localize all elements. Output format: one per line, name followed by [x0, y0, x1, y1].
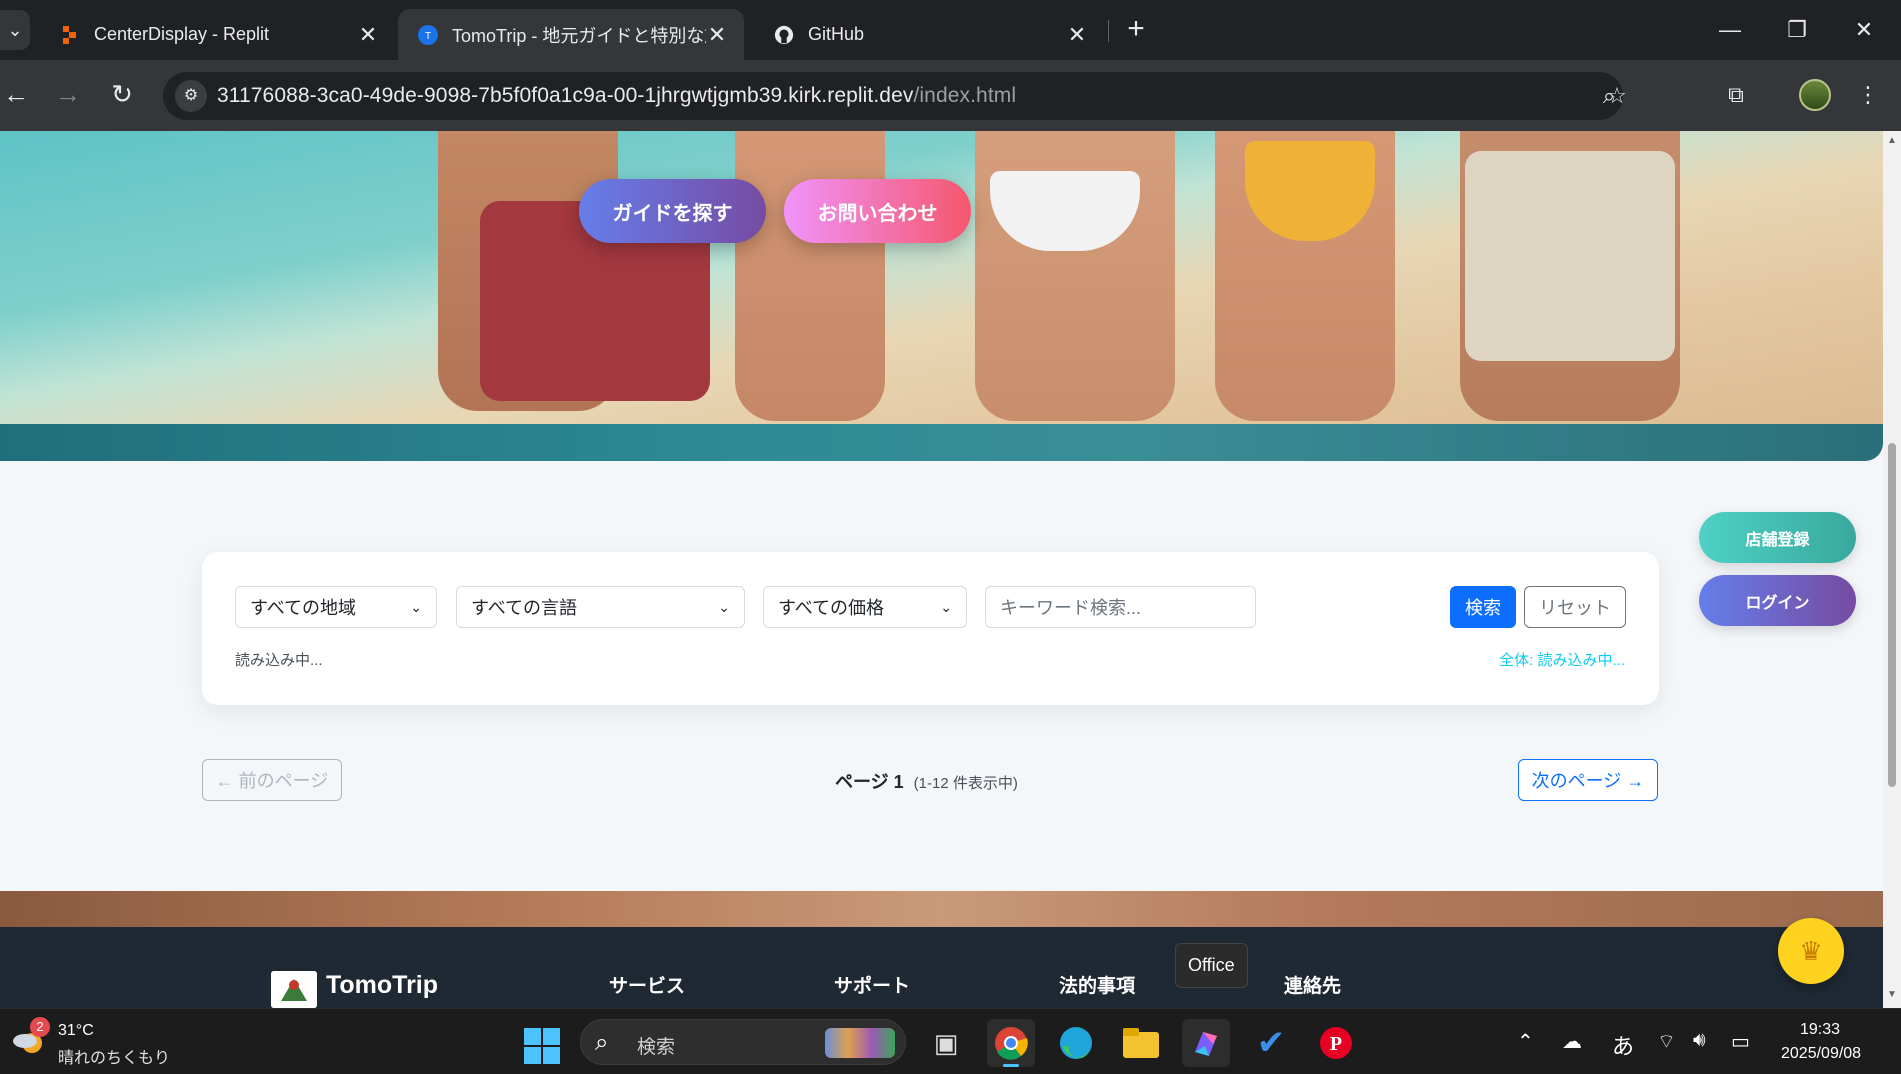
find-guide-button[interactable]: ガイドを探す: [579, 179, 766, 243]
tab-github[interactable]: GitHub ✕: [754, 9, 1104, 60]
microsoft-365-icon[interactable]: [1182, 1019, 1230, 1067]
tab-tomotrip[interactable]: T TomoTrip - 地元ガイドと特別な旅 ✕: [398, 9, 744, 60]
tab-close-icon[interactable]: ✕: [357, 22, 379, 48]
svg-text:P: P: [1330, 1033, 1342, 1055]
hero-banner: ガイドを探す お問い合わせ: [0, 131, 1883, 461]
browser-menu-icon[interactable]: ⋮: [1851, 78, 1885, 112]
svg-text:T: T: [425, 31, 431, 42]
scrollbar-thumb[interactable]: [1888, 443, 1896, 787]
reload-icon[interactable]: ↻: [104, 76, 140, 112]
todo-check-icon[interactable]: ✔: [1247, 1019, 1295, 1067]
onedrive-cloud-icon[interactable]: ☁: [1562, 1029, 1582, 1054]
windows-start-icon[interactable]: [524, 1028, 560, 1064]
region-select[interactable]: すべての地域 ⌄: [235, 586, 437, 628]
windows-taskbar: 2 31°C 晴れのちくもり ⌕ 検索 ▣ ✔ P ⌃ ☁ あ ⌔ 🔊︎ ▭ 1…: [0, 1008, 1901, 1074]
office-tooltip: Office: [1175, 943, 1248, 988]
extensions-puzzle-icon[interactable]: ⧉: [1719, 78, 1753, 112]
trophy-icon: ♛: [1799, 935, 1823, 966]
clock-date[interactable]: 2025/09/08: [1781, 1045, 1861, 1063]
hero-image-figure: [735, 131, 885, 421]
scroll-down-arrow-icon[interactable]: ▼: [1887, 989, 1897, 1000]
tab-close-icon[interactable]: ✕: [706, 22, 728, 48]
chevron-down-icon: ⌄: [940, 598, 952, 615]
task-view-icon[interactable]: ▣: [922, 1019, 970, 1067]
tab-search-menu-button[interactable]: ⌄: [0, 10, 30, 50]
wifi-icon[interactable]: ⌔: [1657, 1029, 1676, 1054]
battery-icon[interactable]: ▭: [1731, 1029, 1750, 1054]
loading-status: 読み込み中...: [235, 652, 323, 669]
clock-time[interactable]: 19:33: [1800, 1021, 1840, 1039]
profile-avatar[interactable]: [1799, 79, 1831, 111]
page-viewport: ガイドを探す お問い合わせ すべての地域 ⌄ すべての言語 ⌄ すべての価格 ⌄ キー…: [0, 131, 1883, 1008]
github-icon: [774, 25, 794, 45]
tab-title: GitHub: [808, 24, 865, 44]
tab-close-icon[interactable]: ✕: [1066, 22, 1088, 48]
close-window-button[interactable]: ✕: [1842, 10, 1886, 50]
replit-icon: [60, 25, 80, 45]
tab-separator: [1108, 20, 1109, 42]
site-settings-icon[interactable]: ⚙: [175, 80, 207, 112]
footer-heading-services: サービス: [609, 976, 686, 997]
footer-heading-legal: 法的事項: [1059, 976, 1136, 997]
weather-temperature: 31°C: [58, 1022, 94, 1039]
back-arrow-icon[interactable]: ←: [0, 76, 34, 112]
weather-notification-badge: 2: [30, 1017, 50, 1037]
tab-centerdisplay[interactable]: CenterDisplay - Replit ✕: [40, 9, 395, 60]
chevron-down-icon: ⌄: [410, 598, 422, 615]
minimize-button[interactable]: —: [1708, 10, 1752, 50]
site-footer: TomoTrip サービス サポート 法的事項 連絡先: [0, 927, 1883, 1008]
language-select[interactable]: すべての言語 ⌄: [456, 586, 745, 628]
tray-overflow-chevron-icon[interactable]: ⌃: [1517, 1029, 1534, 1054]
volume-icon[interactable]: 🔊︎: [1693, 1029, 1706, 1052]
tab-title: CenterDisplay - Replit: [94, 24, 270, 44]
keyword-search-input[interactable]: キーワード検索...: [985, 586, 1256, 628]
next-page-button[interactable]: 次のページ →: [1518, 759, 1658, 801]
total-count-status: 全体: 読み込み中...: [1499, 652, 1625, 669]
footer-background-strip: [0, 891, 1883, 927]
reset-button[interactable]: リセット: [1524, 586, 1626, 628]
page-scrollbar[interactable]: ▲ ▼: [1883, 131, 1901, 1008]
edge-icon[interactable]: [1052, 1019, 1100, 1067]
chevron-down-icon: ⌄: [718, 598, 730, 615]
file-explorer-icon[interactable]: [1117, 1019, 1165, 1067]
prev-page-button[interactable]: ← 前のページ: [202, 759, 342, 801]
store-register-button[interactable]: 店舗登録: [1699, 512, 1856, 563]
search-filter-card: すべての地域 ⌄ すべての言語 ⌄ すべての価格 ⌄ キーワード検索... 検索 リセ…: [202, 552, 1659, 705]
floating-sponsor-button[interactable]: ♛: [1778, 918, 1844, 984]
footer-heading-contact: 連絡先: [1284, 976, 1342, 997]
tomotrip-favicon-icon: T: [418, 24, 438, 45]
contact-button[interactable]: お問い合わせ: [784, 179, 971, 243]
url-text: 31176088-3ca0-49de-9098-7b5f0f0a1c9a-00-…: [217, 84, 1017, 107]
tab-title: TomoTrip - 地元ガイドと特別な旅: [452, 25, 706, 46]
search-icon: ⌕: [595, 1029, 609, 1056]
weather-description: 晴れのちくもり: [58, 1050, 171, 1067]
browser-tab-bar: ⌄ CenterDisplay - Replit ✕ T TomoTrip - …: [0, 0, 1901, 60]
page-indicator: ページ 1 (1-12 件表示中): [835, 772, 1018, 792]
login-button[interactable]: ログイン: [1699, 575, 1856, 626]
new-tab-button[interactable]: +: [1118, 12, 1154, 48]
browser-toolbar: ← → ↻ ⚙ 31176088-3ca0-49de-9098-7b5f0f0a…: [0, 60, 1901, 131]
restore-button[interactable]: ❐: [1775, 10, 1819, 50]
footer-heading-support: サポート: [834, 976, 911, 997]
scroll-up-arrow-icon[interactable]: ▲: [1887, 135, 1897, 146]
forward-arrow-icon[interactable]: →: [50, 76, 86, 112]
tomotrip-logo: [271, 971, 317, 1008]
footer-brand-name: TomoTrip: [326, 971, 439, 999]
taskbar-search-box[interactable]: ⌕ 検索: [580, 1019, 906, 1065]
hero-background-strip: [0, 424, 1883, 461]
ime-indicator[interactable]: あ: [1612, 1029, 1634, 1061]
taskbar-search-placeholder: 検索: [637, 1037, 676, 1058]
chrome-icon[interactable]: [987, 1019, 1035, 1067]
pinterest-icon[interactable]: P: [1312, 1019, 1360, 1067]
price-select[interactable]: すべての価格 ⌄: [763, 586, 967, 628]
search-highlight-image: [825, 1028, 895, 1058]
bookmark-star-icon[interactable]: ☆: [1601, 80, 1633, 112]
search-button[interactable]: 検索: [1450, 586, 1516, 628]
address-bar[interactable]: ⚙ 31176088-3ca0-49de-9098-7b5f0f0a1c9a-0…: [163, 72, 1627, 120]
hero-image-shorts: [1465, 151, 1675, 361]
